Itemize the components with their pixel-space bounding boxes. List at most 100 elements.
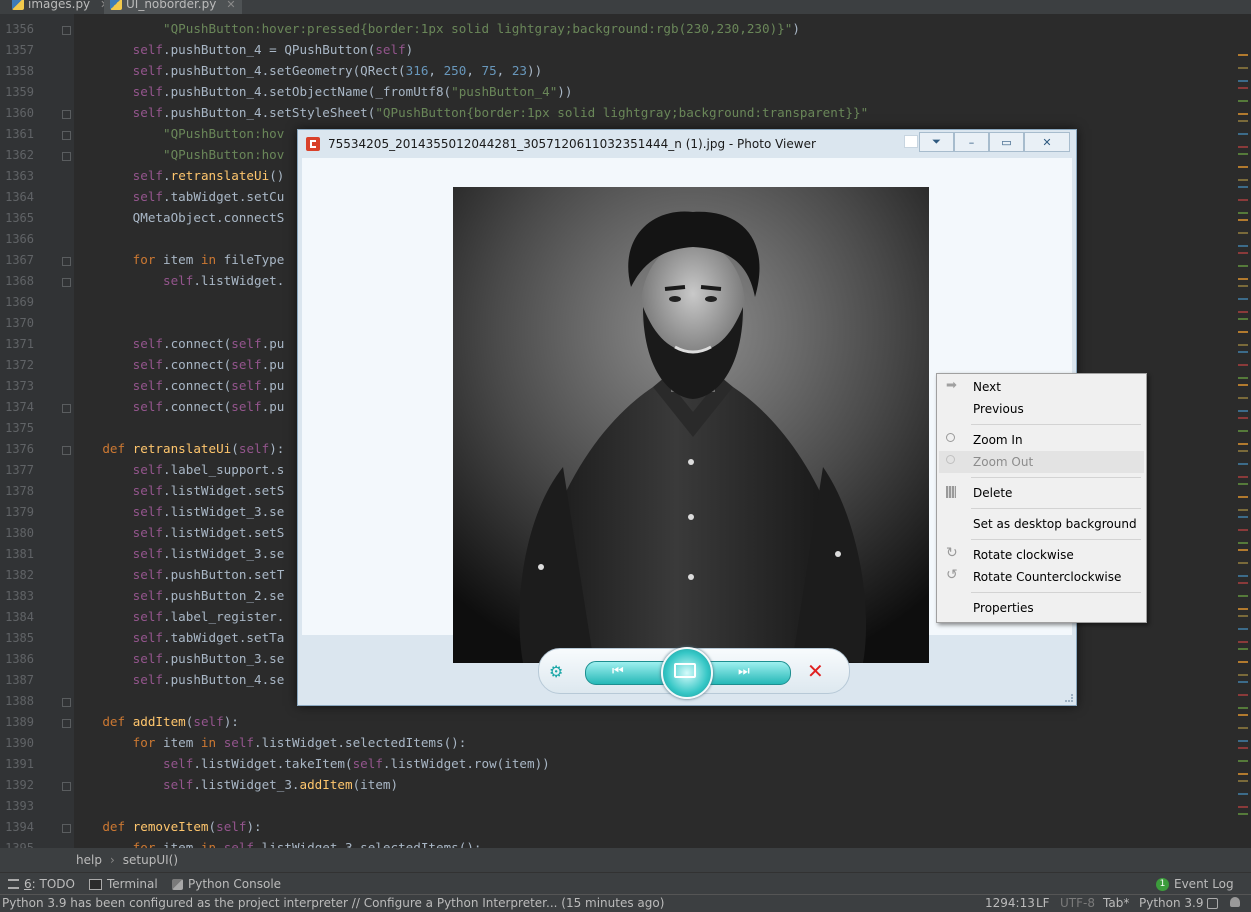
menu-item-rotate-counterclockwise[interactable]: ↺ Rotate Counterclockwise bbox=[939, 566, 1144, 588]
fold-marker-icon[interactable] bbox=[62, 278, 71, 287]
menu-item-delete[interactable]: Delete bbox=[939, 482, 1144, 504]
minimize-button[interactable]: – bbox=[954, 132, 989, 152]
stripe-mark[interactable] bbox=[1238, 595, 1248, 597]
code-line[interactable]: self.listWidget_3.se bbox=[72, 546, 285, 561]
delete-icon[interactable]: ✕ bbox=[807, 659, 824, 683]
code-line[interactable]: QMetaObject.connectS bbox=[72, 210, 285, 225]
stripe-mark[interactable] bbox=[1238, 628, 1248, 630]
stripe-mark[interactable] bbox=[1238, 153, 1248, 155]
stripe-mark[interactable] bbox=[1238, 232, 1248, 234]
stripe-mark[interactable] bbox=[1238, 542, 1248, 544]
breadcrumb-help[interactable]: help bbox=[76, 853, 102, 867]
stripe-mark[interactable] bbox=[1238, 120, 1248, 122]
stripe-mark[interactable] bbox=[1238, 186, 1248, 188]
stripe-mark[interactable] bbox=[1238, 793, 1248, 795]
resize-grip[interactable] bbox=[1065, 694, 1073, 702]
stripe-mark[interactable] bbox=[1238, 549, 1248, 551]
code-line[interactable]: for item in self.listWidget.selectedItem… bbox=[72, 735, 467, 750]
stripe-mark[interactable] bbox=[1238, 351, 1248, 353]
code-line[interactable]: self.listWidget.setS bbox=[72, 525, 285, 540]
menu-item-previous[interactable]: Previous bbox=[939, 398, 1144, 420]
stripe-mark[interactable] bbox=[1238, 245, 1248, 247]
tab-ui-noborder-py[interactable]: UI_noborder.py ✕ bbox=[104, 0, 242, 14]
stripe-mark[interactable] bbox=[1238, 252, 1248, 254]
code-line[interactable]: "QPushButton:hover:pressed{border:1px so… bbox=[72, 21, 800, 36]
fold-marker-icon[interactable] bbox=[62, 404, 71, 413]
menu-item-zoom-out[interactable]: Zoom Out bbox=[939, 451, 1144, 473]
stripe-mark[interactable] bbox=[1238, 199, 1248, 201]
stripe-mark[interactable] bbox=[1238, 278, 1248, 280]
code-line[interactable]: self.connect(self.pu bbox=[72, 357, 285, 372]
stripe-mark[interactable] bbox=[1238, 212, 1248, 214]
code-line[interactable]: self.tabWidget.setTa bbox=[72, 630, 285, 645]
code-line[interactable]: "QPushButton:hov bbox=[72, 147, 284, 162]
indent-setting[interactable]: Tab* bbox=[1103, 896, 1129, 910]
code-line[interactable]: self.connect(self.pu bbox=[72, 378, 285, 393]
stripe-mark[interactable] bbox=[1238, 113, 1248, 115]
pin-icon[interactable] bbox=[904, 135, 918, 148]
fold-marker-icon[interactable] bbox=[62, 698, 71, 707]
stripe-mark[interactable] bbox=[1238, 87, 1248, 89]
stripe-mark[interactable] bbox=[1238, 344, 1248, 346]
code-line[interactable]: def removeItem(self): bbox=[72, 819, 261, 834]
stripe-mark[interactable] bbox=[1238, 179, 1248, 181]
stripe-mark[interactable] bbox=[1238, 463, 1248, 465]
code-line[interactable]: self.pushButton.setT bbox=[72, 567, 285, 582]
stripe-mark[interactable] bbox=[1238, 476, 1248, 478]
code-line[interactable]: self.connect(self.pu bbox=[72, 336, 285, 351]
stripe-mark[interactable] bbox=[1238, 529, 1248, 531]
stripe-mark[interactable] bbox=[1238, 483, 1248, 485]
stripe-mark[interactable] bbox=[1238, 265, 1248, 267]
stripe-mark[interactable] bbox=[1238, 694, 1248, 696]
lock-icon[interactable] bbox=[1207, 898, 1218, 909]
code-line[interactable]: self.pushButton_4.setObjectName(_fromUtf… bbox=[72, 84, 573, 99]
stripe-mark[interactable] bbox=[1238, 509, 1248, 511]
stripe-mark[interactable] bbox=[1238, 608, 1248, 610]
code-line[interactable]: for item in self.listWidget_3.selectedIt… bbox=[72, 840, 482, 848]
stripe-mark[interactable] bbox=[1238, 100, 1248, 102]
stripe-mark[interactable] bbox=[1238, 516, 1248, 518]
stripe-mark[interactable] bbox=[1238, 377, 1248, 379]
code-line[interactable]: self.label_register. bbox=[72, 609, 285, 624]
menu-item-set-desktop-background[interactable]: Set as desktop background bbox=[939, 513, 1144, 535]
stripe-mark[interactable] bbox=[1238, 681, 1248, 683]
code-line[interactable]: "QPushButton:hov bbox=[72, 126, 284, 141]
stripe-mark[interactable] bbox=[1238, 146, 1248, 148]
stripe-mark[interactable] bbox=[1238, 760, 1248, 762]
stripe-mark[interactable] bbox=[1238, 562, 1248, 564]
stripe-mark[interactable] bbox=[1238, 311, 1248, 313]
stripe-mark[interactable] bbox=[1238, 496, 1248, 498]
stripe-mark[interactable] bbox=[1238, 219, 1248, 221]
stripe-mark[interactable] bbox=[1238, 780, 1248, 782]
code-line[interactable]: self.listWidget_3.addItem(item) bbox=[72, 777, 398, 792]
code-line[interactable]: def retranslateUi(self): bbox=[72, 441, 284, 456]
fold-marker-icon[interactable] bbox=[62, 152, 71, 161]
photo-viewer-titlebar[interactable]: 75534205_2014355012044281_30571206110323… bbox=[298, 130, 1076, 158]
menu-item-properties[interactable]: Properties bbox=[939, 597, 1144, 619]
code-line[interactable]: self.pushButton_4.se bbox=[72, 672, 285, 687]
stripe-mark[interactable] bbox=[1238, 747, 1248, 749]
line-separator[interactable]: LF bbox=[1036, 896, 1050, 910]
stripe-mark[interactable] bbox=[1238, 661, 1248, 663]
interpreter-setting[interactable]: Python 3.9 bbox=[1139, 896, 1204, 910]
play-slideshow-button[interactable] bbox=[661, 647, 713, 699]
previous-icon[interactable]: ⏮ bbox=[612, 664, 624, 679]
event-log-tool-button[interactable]: 1 Event Log bbox=[1156, 877, 1234, 891]
stripe-mark[interactable] bbox=[1238, 331, 1248, 333]
menu-item-zoom-in[interactable]: Zoom In bbox=[939, 429, 1144, 451]
fold-marker-icon[interactable] bbox=[62, 26, 71, 35]
stripe-mark[interactable] bbox=[1238, 773, 1248, 775]
close-button[interactable]: ✕ bbox=[1024, 132, 1070, 152]
stripe-mark[interactable] bbox=[1238, 298, 1248, 300]
fold-marker-icon[interactable] bbox=[62, 719, 71, 728]
terminal-tool-button[interactable]: Terminal bbox=[89, 877, 158, 891]
stripe-mark[interactable] bbox=[1238, 641, 1248, 643]
code-line[interactable]: self.pushButton_2.se bbox=[72, 588, 285, 603]
slideshow-settings-icon[interactable]: ⚙ bbox=[549, 662, 563, 681]
code-line[interactable]: self.pushButton_4.setStyleSheet("QPushBu… bbox=[72, 105, 869, 120]
file-encoding[interactable]: UTF-8 bbox=[1060, 896, 1095, 910]
stripe-mark[interactable] bbox=[1238, 285, 1248, 287]
todo-tool-button[interactable]: 6: TODO bbox=[8, 877, 75, 891]
code-line[interactable]: self.pushButton_4.setGeometry(QRect(316,… bbox=[72, 63, 543, 78]
stripe-mark[interactable] bbox=[1238, 727, 1248, 729]
